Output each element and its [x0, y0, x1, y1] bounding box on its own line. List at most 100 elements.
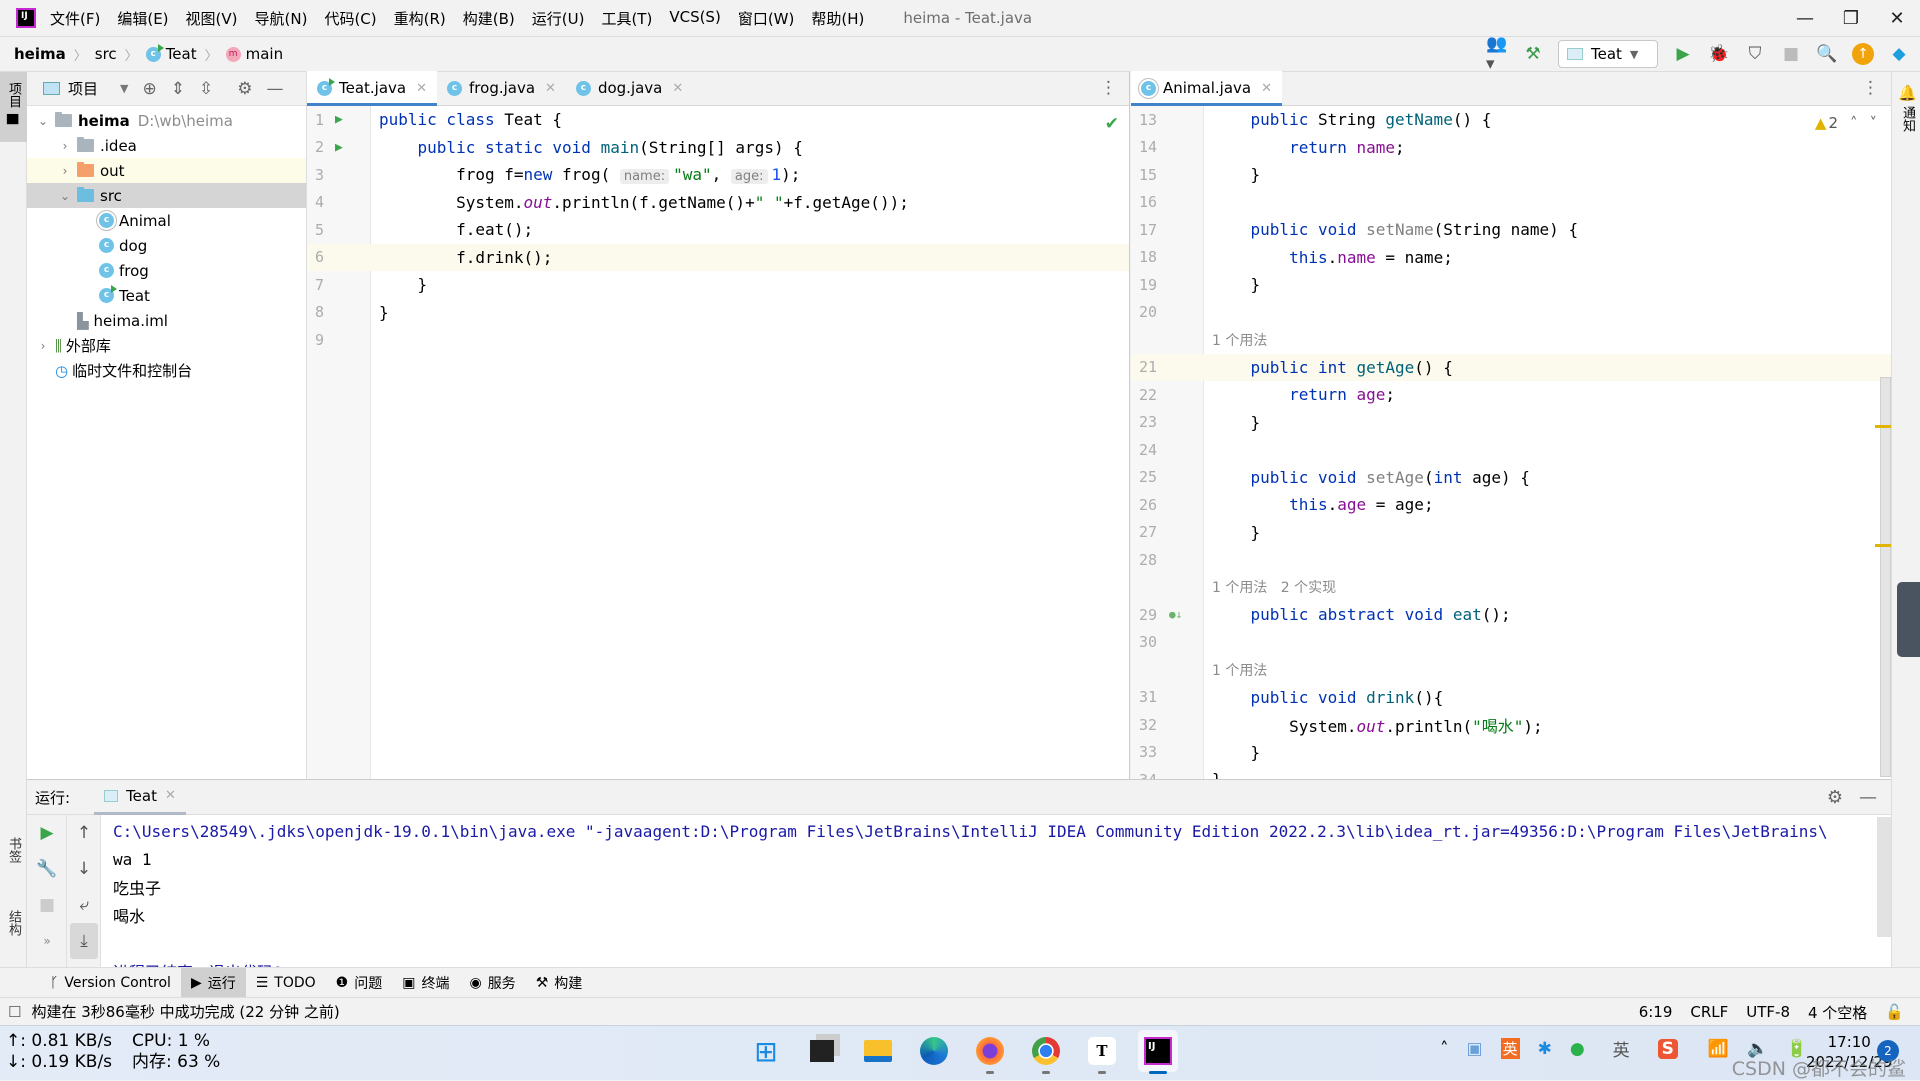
chevron-down-icon[interactable]: ⌄: [57, 189, 73, 203]
code-line[interactable]: 29 ●↓ public abstract void eat();: [1131, 601, 1891, 629]
intellij-button[interactable]: IJ: [1138, 1030, 1178, 1074]
expand-all-icon[interactable]: ⇕: [171, 79, 185, 99]
tree-item[interactable]: › ⫼ 外部库: [27, 333, 306, 358]
chevron-right-icon[interactable]: ›: [35, 339, 51, 353]
close-tab-icon[interactable]: ✕: [545, 81, 556, 96]
tree-item[interactable]: ⌄ src: [27, 183, 306, 208]
menu-item[interactable]: 文件(F): [50, 8, 100, 29]
wifi-icon[interactable]: 📶: [1708, 1039, 1729, 1059]
code-line[interactable]: 19 }: [1131, 271, 1891, 299]
menu-item[interactable]: 重构(R): [394, 8, 446, 29]
stop-icon[interactable]: ■: [1780, 43, 1802, 65]
tree-item[interactable]: c frog: [27, 258, 306, 283]
input-language[interactable]: 英: [1613, 1036, 1630, 1061]
menu-item[interactable]: 代码(C): [324, 8, 376, 29]
close-tab-icon[interactable]: ✕: [165, 788, 176, 803]
editor-tab[interactable]: c dog.java ✕: [566, 71, 693, 105]
breadcrumb-class[interactable]: c Teat: [145, 43, 197, 63]
wrench-icon[interactable]: 🔧: [27, 851, 67, 887]
code-line[interactable]: 23 }: [1131, 409, 1891, 437]
hide-icon[interactable]: —: [266, 79, 283, 99]
tool-window-terminal[interactable]: ▣ 终端: [392, 968, 459, 998]
structure-tool-button[interactable]: 结构: [4, 910, 23, 936]
build-hammer-icon[interactable]: ⚒: [1522, 43, 1544, 65]
code-line[interactable]: 20: [1131, 299, 1891, 327]
tool-window-services[interactable]: ◉ 服务: [459, 968, 525, 998]
close-tab-icon[interactable]: ✕: [416, 81, 427, 96]
run-tab[interactable]: Teat ✕: [94, 780, 186, 815]
file-encoding[interactable]: UTF-8: [1746, 1003, 1790, 1021]
code-line[interactable]: 6 f.drink();: [307, 243, 1129, 271]
rerun-icon[interactable]: ▶: [27, 815, 67, 851]
editor-tab[interactable]: c Teat.java ✕: [307, 71, 438, 106]
code-line[interactable]: 28: [1131, 546, 1891, 574]
breadcrumb-method[interactable]: m main: [225, 45, 283, 63]
collapse-all-icon[interactable]: ⇳: [199, 79, 213, 99]
code-line[interactable]: 27 }: [1131, 519, 1891, 547]
code-line[interactable]: 8}: [307, 299, 1129, 327]
menu-item[interactable]: 工具(T): [601, 8, 652, 29]
notification-bell-icon[interactable]: 🔔: [1898, 84, 1917, 102]
menu-item[interactable]: 视图(V): [186, 8, 238, 29]
chevron-right-icon[interactable]: ›: [57, 164, 73, 178]
lock-icon[interactable]: 🔓: [1885, 1003, 1904, 1021]
implemented-icon[interactable]: ●↓: [1169, 608, 1182, 621]
soft-wrap-icon[interactable]: ⤶: [67, 887, 101, 923]
run-icon[interactable]: ▶: [1672, 43, 1694, 65]
search-icon[interactable]: 🔍: [1816, 43, 1838, 65]
project-tool-button[interactable]: 项目 ▆: [0, 72, 27, 142]
code-line[interactable]: 7 }: [307, 271, 1129, 299]
sogou-icon[interactable]: S: [1657, 1038, 1678, 1059]
tool-window-build[interactable]: ⚒ 构建: [526, 968, 593, 998]
tree-item[interactable]: ⌄ heima D:\wb\heima: [27, 108, 306, 133]
menu-item[interactable]: 导航(N): [255, 8, 308, 29]
locate-icon[interactable]: ⊕: [142, 79, 156, 99]
menu-item[interactable]: 帮助(H): [811, 8, 864, 29]
usb-icon[interactable]: ▣: [1467, 1039, 1483, 1059]
run-gutter-icon[interactable]: ▶: [335, 140, 343, 155]
toolbox-icon[interactable]: ◆: [1888, 43, 1910, 65]
caret-position[interactable]: 6:19: [1639, 1003, 1673, 1021]
line-separator[interactable]: CRLF: [1690, 1003, 1728, 1021]
breadcrumb-project[interactable]: heima: [14, 45, 66, 63]
menu-item[interactable]: 窗口(W): [738, 8, 795, 29]
editor-tab[interactable]: c frog.java ✕: [437, 71, 566, 105]
run-config-dropdown[interactable]: Teat ▼: [1558, 40, 1658, 68]
close-tab-icon[interactable]: ✕: [672, 81, 683, 96]
code-line[interactable]: 17 public void setName(String name) {: [1131, 216, 1891, 244]
gear-icon[interactable]: ⚙: [1827, 787, 1843, 808]
code-line[interactable]: 33 }: [1131, 739, 1891, 767]
inspection-ok-icon[interactable]: ✔: [1105, 114, 1119, 134]
indent-setting[interactable]: 4 个空格: [1808, 1002, 1867, 1023]
coverage-icon[interactable]: ⛉: [1744, 43, 1766, 65]
code-line[interactable]: 1 ▶ public class Teat {: [307, 106, 1129, 134]
code-line[interactable]: 13 public String getName() {: [1131, 106, 1891, 134]
console-scrollbar[interactable]: [1877, 817, 1891, 937]
code-line[interactable]: 30: [1131, 629, 1891, 657]
next-highlight-icon[interactable]: ˅: [1870, 114, 1878, 132]
close-tab-icon[interactable]: ✕: [1261, 81, 1272, 96]
warning-marker[interactable]: [1875, 544, 1891, 547]
breadcrumb-src[interactable]: src: [95, 45, 117, 63]
chevron-down-icon[interactable]: ⌄: [35, 114, 51, 128]
code-line[interactable]: 9: [307, 326, 1129, 354]
start-button[interactable]: ⊞: [746, 1030, 786, 1072]
tool-window-run[interactable]: ▶ 运行: [180, 967, 246, 998]
tool-window-list[interactable]: ☰ TODO: [246, 968, 326, 998]
bookmarks-tool-button[interactable]: 书签: [4, 837, 23, 863]
project-view-selector[interactable]: 项目 ▼: [43, 78, 128, 99]
editor-tab[interactable]: c Animal.java ✕: [1131, 71, 1283, 106]
status-message[interactable]: 构建在 3秒86毫秒 中成功完成 (22 分钟 之前): [31, 1001, 339, 1022]
code-line[interactable]: 5 f.eat();: [307, 216, 1129, 244]
more-icon[interactable]: ⋮: [1100, 78, 1117, 98]
scroll-to-end-icon[interactable]: ⤓: [70, 923, 98, 959]
user-icon[interactable]: 👥▾: [1486, 34, 1508, 74]
file-explorer-button[interactable]: [858, 1030, 898, 1072]
tree-item[interactable]: c Animal: [27, 208, 306, 233]
typora-button[interactable]: T: [1082, 1030, 1122, 1074]
gear-icon[interactable]: ⚙: [237, 79, 252, 99]
panel-toggle-icon[interactable]: ☐: [8, 1003, 21, 1021]
code-area[interactable]: 1 ▶ public class Teat {2 ▶ public static vo…: [307, 106, 1129, 779]
code-line[interactable]: 31 public void drink(){: [1131, 684, 1891, 712]
performance-widget[interactable]: [1897, 582, 1920, 657]
